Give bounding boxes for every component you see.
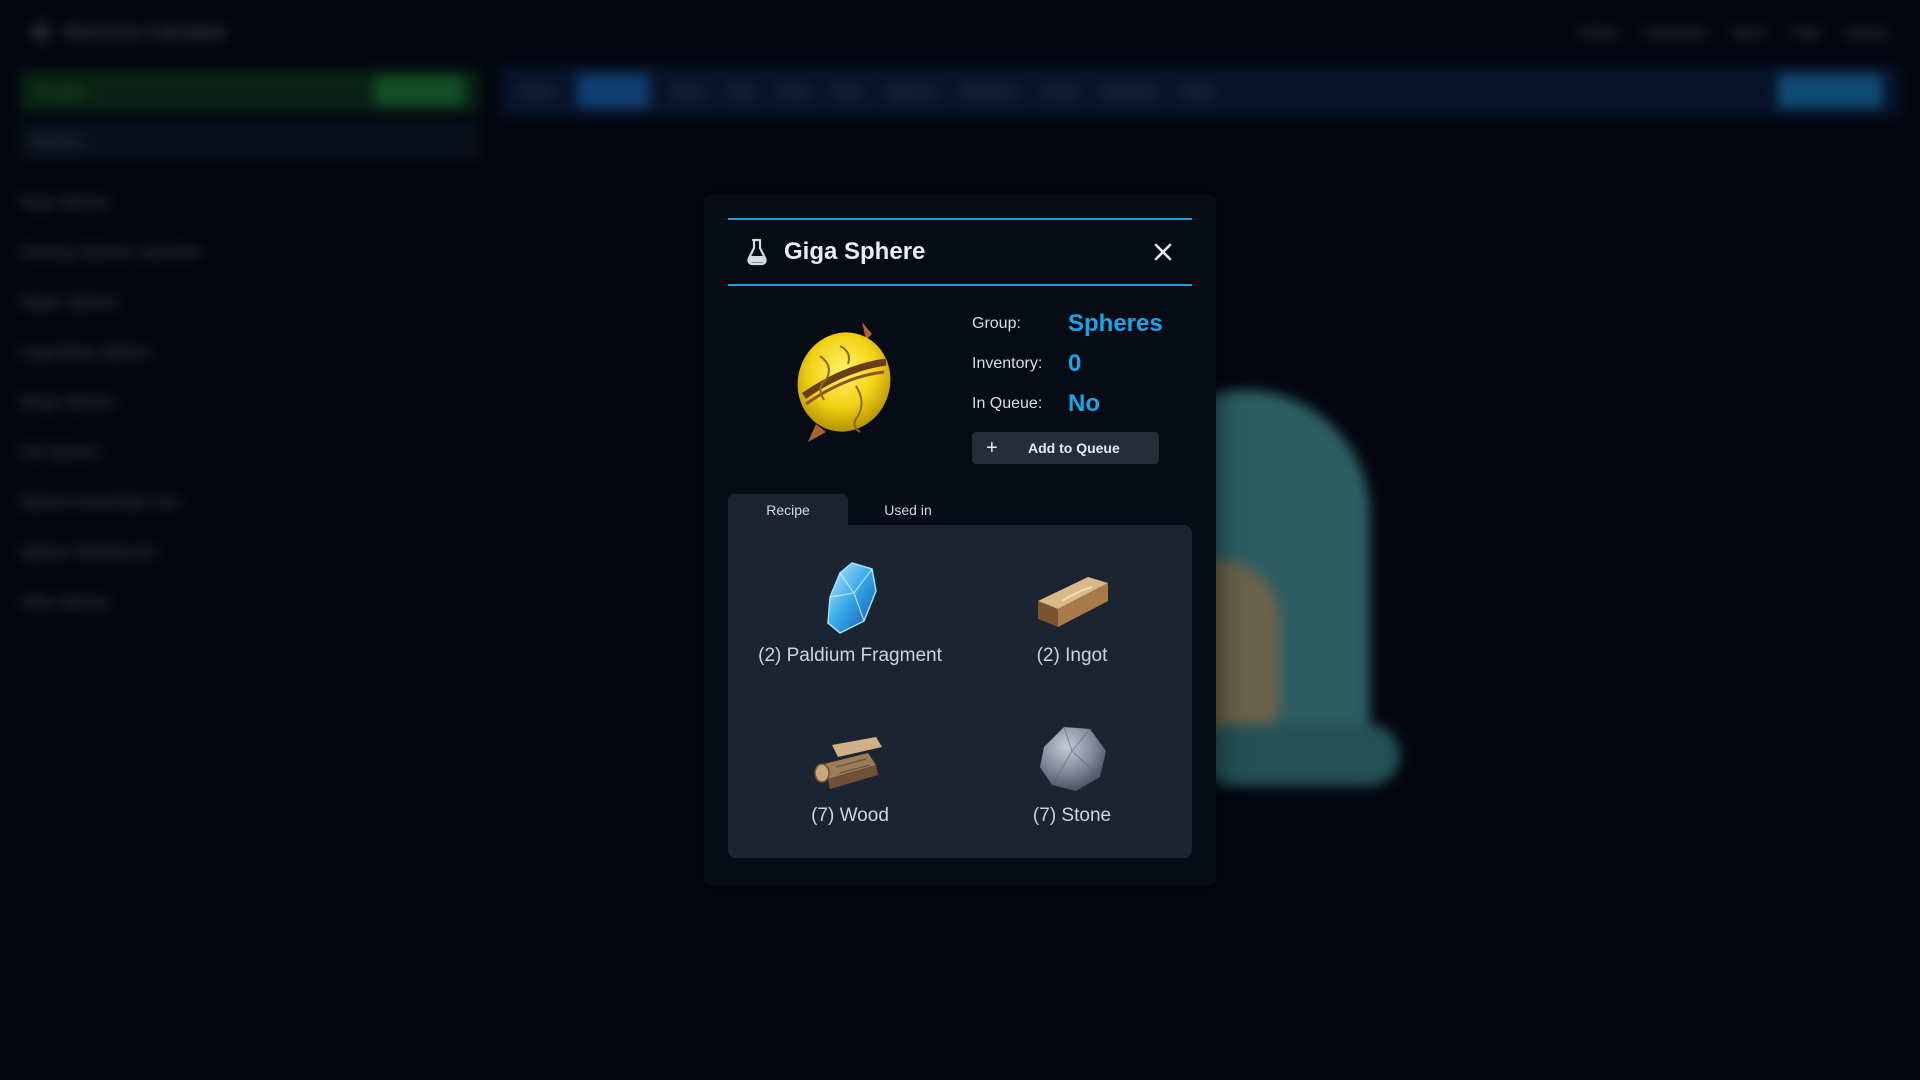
- ingot-icon: [1032, 557, 1112, 637]
- ingredient-label: (7) Stone: [1032, 805, 1112, 826]
- sidebar-item: Homing Sphere Launcher: [20, 228, 480, 278]
- ingredient-item: (7) Stone: [962, 717, 1182, 827]
- giga-sphere-icon: [786, 316, 902, 448]
- ingredient-item: (2) Ingot: [962, 557, 1182, 667]
- tab-recipe[interactable]: Recipe: [728, 494, 848, 526]
- queue-value: No: [1068, 390, 1100, 417]
- tab-used-in[interactable]: Used in: [848, 494, 968, 526]
- nav-item: Food: [776, 83, 809, 99]
- stone-icon: [1032, 717, 1112, 797]
- topbar-item: Items: [1732, 24, 1767, 40]
- queue-row: In Queue: No: [972, 384, 1192, 424]
- sidebar-item: Mega Sphere: [20, 378, 480, 428]
- sidebar-search: Recipes: [20, 70, 480, 112]
- nav-item: Items: [671, 83, 706, 99]
- sidebar-search-button: [374, 76, 464, 106]
- ingredient-item: (2) Paldium Fragment: [740, 557, 960, 667]
- inventory-value: 0: [1068, 350, 1082, 377]
- inventory-row: Inventory: 0: [972, 344, 1192, 384]
- topbar-item: Online: [1576, 24, 1618, 40]
- mascot-caption: [1200, 724, 1400, 786]
- modal-title: Giga Sphere: [784, 238, 926, 265]
- nav-item: Home: [518, 83, 556, 99]
- group-row: Group: Spheres: [972, 304, 1192, 344]
- ingredient-label: (2) Ingot: [1036, 645, 1108, 666]
- nav-item: Other: [1179, 83, 1215, 99]
- group-label: Group:: [972, 315, 1021, 332]
- sidebar-item: Legendary Sphere: [20, 328, 480, 378]
- tab-bar: Recipe Used in: [728, 494, 968, 526]
- topbar-item: Pals: [1792, 24, 1820, 40]
- top-bar: Resource Calculator Online Calculator It…: [0, 0, 1920, 64]
- paldium-fragment-icon: [810, 557, 890, 637]
- add-to-queue-label: Add to Queue: [1028, 440, 1120, 456]
- item-info: Group: Spheres Inventory: 0 In Queue: No…: [972, 304, 1192, 464]
- recipe-panel: (2) Paldium Fragment (2) Ingot (7) Wood …: [728, 525, 1192, 858]
- ingredient-label: (2) Paldium Fragment: [758, 645, 942, 666]
- nav-item: Pals: [727, 83, 755, 99]
- sidebar-item: Giga Sphere: [20, 178, 480, 228]
- nav-cta-button: [1778, 74, 1882, 108]
- ingredient-label: (7) Wood: [811, 805, 889, 826]
- wood-icon: [810, 717, 890, 797]
- close-icon[interactable]: [1148, 237, 1178, 267]
- sidebar-item: Sphere Assembly Line: [20, 478, 480, 528]
- modal-header: Giga Sphere: [728, 218, 1192, 286]
- nav-active-tab: [577, 74, 650, 108]
- sidebar-item: Sphere Workbench: [20, 528, 480, 578]
- plus-icon: +: [986, 437, 998, 459]
- nav-item: Armor: [1040, 83, 1079, 99]
- nav-item: Spheres: [885, 83, 938, 99]
- sidebar: Recipes Spheres Giga Sphere Homing Spher…: [20, 70, 480, 628]
- queue-label: In Queue:: [972, 395, 1043, 412]
- group-value: Spheres: [1068, 310, 1163, 337]
- sidebar-search-label: Recipes: [36, 83, 87, 99]
- topbar-item: Queue: [1845, 24, 1888, 40]
- sidebar-item: Hyper Sphere: [20, 278, 480, 328]
- sidebar-item: Pal Sphere: [20, 428, 480, 478]
- nav-item: Weapons: [959, 83, 1019, 99]
- inventory-label: Inventory:: [972, 355, 1043, 372]
- add-to-queue-button[interactable]: + Add to Queue: [972, 432, 1159, 464]
- nav-item: Materials: [1100, 83, 1158, 99]
- sidebar-filter: Spheres: [20, 122, 480, 160]
- nav-item: Tools: [830, 83, 864, 99]
- ingredient-item: (7) Wood: [740, 717, 960, 827]
- sidebar-item: Ultra Sphere: [20, 578, 480, 628]
- item-detail-modal: Giga Sphere Group: Spheres Inventory: 0 …: [704, 194, 1216, 886]
- flask-icon: [744, 238, 770, 266]
- sidebar-list: Giga Sphere Homing Sphere Launcher Hyper…: [20, 178, 480, 628]
- app-title: Resource Calculator: [64, 21, 228, 42]
- topbar-item: Calculator: [1643, 24, 1707, 40]
- app-logo-icon: [32, 23, 50, 41]
- nav-bar: Home Items Pals Food Tools Spheres Weapo…: [500, 66, 1900, 116]
